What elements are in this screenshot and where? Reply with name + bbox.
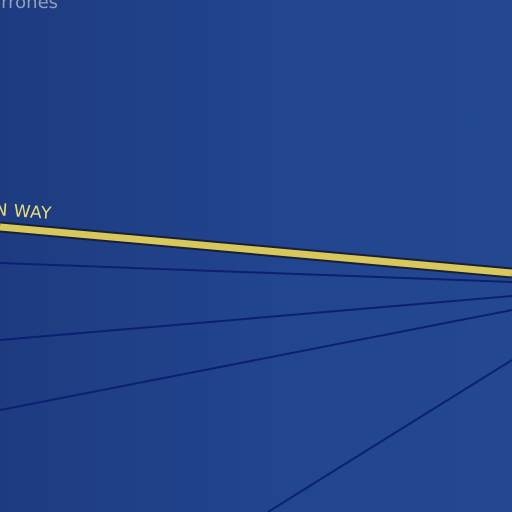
thin-roads [0,262,512,512]
thin-road-2 [0,295,512,341]
road-label: N WAY [0,200,53,224]
map-view[interactable]: rrrones N WAY [0,0,512,512]
place-label: rrrones [0,0,59,13]
thin-road-3 [0,309,512,411]
map-canvas [0,221,512,512]
thin-road-4 [267,359,512,512]
